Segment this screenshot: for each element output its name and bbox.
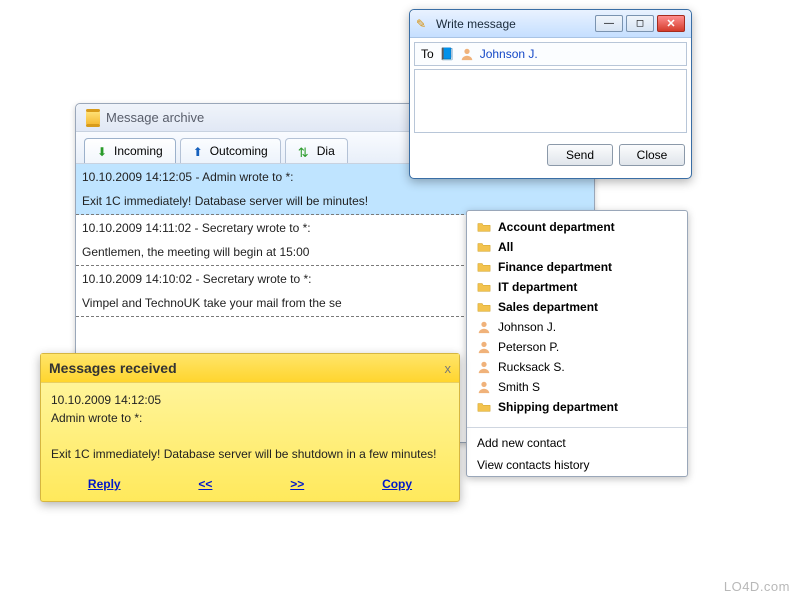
- contact-label: Sales department: [498, 300, 598, 314]
- notification-timestamp: 10.10.2009 14:12:05: [51, 391, 449, 409]
- write-buttons: Send Close: [414, 136, 687, 174]
- folder-icon: [477, 220, 491, 234]
- tab-outcoming-label: Outcoming: [210, 144, 268, 158]
- contact-user[interactable]: Rucksack S.: [471, 357, 683, 377]
- contact-label: Rucksack S.: [498, 360, 565, 374]
- contact-label: All: [498, 240, 513, 254]
- contact-folder[interactable]: Sales department: [471, 297, 683, 317]
- user-icon: [460, 47, 474, 61]
- contact-user[interactable]: Johnson J.: [471, 317, 683, 337]
- send-button[interactable]: Send: [547, 144, 613, 166]
- contact-user[interactable]: Smith S: [471, 377, 683, 397]
- arrow-up-icon: [193, 145, 205, 157]
- pencil-icon: [416, 17, 430, 31]
- contact-user[interactable]: Peterson P.: [471, 337, 683, 357]
- view-history-menuitem[interactable]: View contacts history: [467, 454, 687, 476]
- contact-folder[interactable]: IT department: [471, 277, 683, 297]
- notification-titlebar[interactable]: Messages received x: [41, 354, 459, 383]
- contact-label: Finance department: [498, 260, 612, 274]
- folder-icon: [477, 400, 491, 414]
- folder-icon: [477, 240, 491, 254]
- contact-label: IT department: [498, 280, 577, 294]
- user-icon: [477, 340, 491, 354]
- user-icon: [477, 380, 491, 394]
- notification-popup: Messages received x 10.10.2009 14:12:05 …: [40, 353, 460, 502]
- folder-icon: [477, 260, 491, 274]
- close-button-dialog[interactable]: Close: [619, 144, 685, 166]
- close-button[interactable]: ✕: [657, 15, 685, 32]
- contact-folder[interactable]: All: [471, 237, 683, 257]
- maximize-button[interactable]: ◻: [626, 15, 654, 32]
- recipient-name[interactable]: Johnson J.: [480, 47, 538, 61]
- address-book-icon[interactable]: [440, 47, 454, 61]
- tab-dial[interactable]: Dia: [285, 138, 348, 163]
- notification-body: 10.10.2009 14:12:05 Admin wrote to *: Ex…: [41, 383, 459, 471]
- folder-icon: [477, 280, 491, 294]
- notification-text: Exit 1C immediately! Database server wil…: [51, 445, 449, 463]
- contact-label: Johnson J.: [498, 320, 556, 334]
- user-icon: [477, 320, 491, 334]
- contact-folder[interactable]: Finance department: [471, 257, 683, 277]
- tab-incoming-label: Incoming: [114, 144, 163, 158]
- scroll-icon: [86, 111, 100, 125]
- watermark: LO4D.com: [724, 579, 790, 594]
- close-icon[interactable]: x: [445, 361, 452, 376]
- contacts-panel: Account department All Finance departmen…: [466, 210, 688, 477]
- write-title-text: Write message: [436, 17, 516, 31]
- write-body: To Johnson J. Send Close: [410, 38, 691, 178]
- minimize-button[interactable]: —: [595, 15, 623, 32]
- archive-title-text: Message archive: [106, 110, 204, 125]
- reply-link[interactable]: Reply: [88, 477, 121, 491]
- tab-outcoming[interactable]: Outcoming: [180, 138, 281, 163]
- user-icon: [477, 360, 491, 374]
- contact-label: Shipping department: [498, 400, 618, 414]
- contact-label: Smith S: [498, 380, 540, 394]
- notification-title: Messages received: [49, 360, 177, 376]
- recipient-row: To Johnson J.: [414, 42, 687, 66]
- folder-icon: [477, 300, 491, 314]
- notification-actions: Reply << >> Copy: [41, 471, 459, 501]
- window-controls: — ◻ ✕: [595, 15, 685, 32]
- contact-folder[interactable]: Account department: [471, 217, 683, 237]
- prev-link[interactable]: <<: [198, 477, 212, 491]
- tab-incoming[interactable]: Incoming: [84, 138, 176, 163]
- divider: [467, 427, 687, 428]
- message-textarea[interactable]: [414, 69, 687, 133]
- add-contact-menuitem[interactable]: Add new contact: [467, 432, 687, 454]
- write-titlebar[interactable]: Write message — ◻ ✕: [410, 10, 691, 38]
- to-label: To: [421, 47, 434, 61]
- tab-dial-label: Dia: [317, 144, 335, 158]
- contact-label: Account department: [498, 220, 615, 234]
- write-message-window: Write message — ◻ ✕ To Johnson J. Send C…: [409, 9, 692, 179]
- contact-label: Peterson P.: [498, 340, 559, 354]
- next-link[interactable]: >>: [290, 477, 304, 491]
- contact-folder[interactable]: Shipping department: [471, 397, 683, 417]
- message-text: Exit 1C immediately! Database server wil…: [82, 194, 588, 208]
- notification-sender: Admin wrote to *:: [51, 409, 449, 427]
- contacts-list[interactable]: Account department All Finance departmen…: [467, 211, 687, 423]
- arrow-down-icon: [97, 145, 109, 157]
- arrows-dual-icon: [298, 145, 312, 157]
- copy-link[interactable]: Copy: [382, 477, 412, 491]
